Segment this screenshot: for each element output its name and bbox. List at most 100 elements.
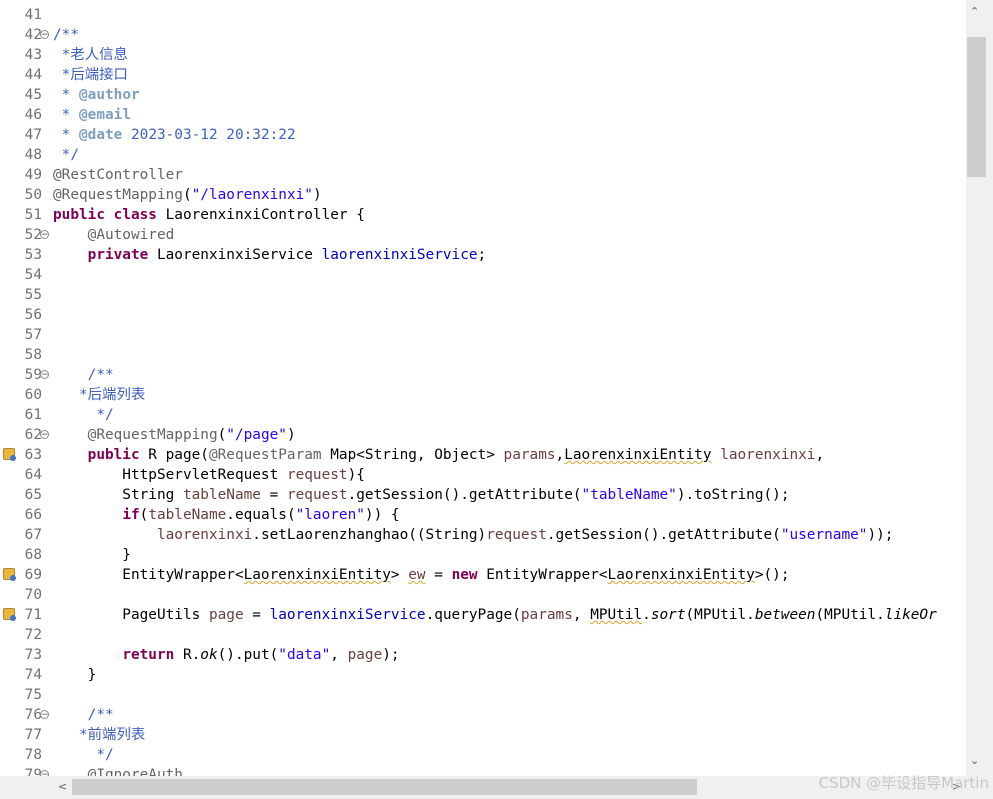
code-line[interactable]: 70: [0, 585, 966, 605]
code-token: =: [425, 567, 452, 583]
code-line[interactable]: 59− /**: [0, 365, 966, 385]
code-token: request: [486, 527, 547, 543]
code-line[interactable]: 76− /**: [0, 705, 966, 725]
code-token: /**: [53, 27, 79, 43]
code-line[interactable]: 42−/**: [0, 25, 966, 45]
fold-toggle-icon[interactable]: −: [40, 710, 49, 720]
code-line[interactable]: 56: [0, 305, 966, 325]
code-text: /**: [53, 25, 79, 45]
code-token: }: [53, 667, 97, 683]
code-line[interactable]: 67 laorenxinxi.setLaorenzhanghao((String…: [0, 525, 966, 545]
code-line[interactable]: 65 String tableName = request.getSession…: [0, 485, 966, 505]
code-token: LaorenxinxiEntity: [564, 447, 712, 463]
code-line[interactable]: 72: [0, 625, 966, 645]
code-line[interactable]: 41: [0, 5, 966, 25]
scroll-left-arrow-icon[interactable]: <: [58, 780, 67, 793]
code-line[interactable]: 77 *前端列表: [0, 725, 966, 745]
code-line[interactable]: 52− @Autowired: [0, 225, 966, 245]
code-line[interactable]: 45 * @author: [0, 85, 966, 105]
code-line[interactable]: 75: [0, 685, 966, 705]
line-number: 73: [24, 647, 42, 663]
code-line[interactable]: 49 @RestController: [0, 165, 966, 185]
code-token: >();: [754, 567, 790, 583]
code-line[interactable]: 73 return R.ok().put("data", page);: [0, 645, 966, 665]
code-line[interactable]: 48 */: [0, 145, 966, 165]
code-token: new: [451, 567, 478, 583]
vertical-scroll-thumb[interactable]: [967, 37, 986, 177]
line-number: 79: [24, 767, 42, 776]
line-number: 63: [24, 447, 42, 463]
fold-toggle-icon[interactable]: −: [40, 30, 49, 40]
code-line[interactable]: 58: [0, 345, 966, 365]
code-token: @RequestMapping: [53, 187, 183, 203]
code-line[interactable]: 44 *后端接口: [0, 65, 966, 85]
code-token: page: [347, 647, 383, 663]
code-line[interactable]: 51 public class LaorenxinxiController {: [0, 205, 966, 225]
line-number: 64: [24, 467, 42, 483]
vertical-scrollbar[interactable]: ⌃ ⌄: [966, 0, 993, 776]
code-token: between: [754, 607, 816, 623]
code-line[interactable]: 57: [0, 325, 966, 345]
code-line[interactable]: 66 if(tableName.equals("laoren")) {: [0, 505, 966, 525]
fold-toggle-icon[interactable]: −: [40, 230, 49, 240]
code-line[interactable]: 50 @RequestMapping("/laorenxinxi"): [0, 185, 966, 205]
scroll-down-arrow-icon[interactable]: ⌄: [970, 754, 979, 767]
code-line[interactable]: 43 *老人信息: [0, 45, 966, 65]
code-token: PageUtils: [53, 607, 209, 623]
code-token: .equals(: [226, 507, 296, 523]
code-token: params: [520, 607, 573, 623]
scroll-up-arrow-icon[interactable]: ⌃: [970, 5, 979, 18]
code-token: "username": [780, 527, 868, 543]
code-token: (MPUtil.: [815, 607, 885, 623]
code-line[interactable]: 55: [0, 285, 966, 305]
code-token: .queryPage(: [425, 607, 521, 623]
line-number: 66: [24, 507, 42, 523]
code-text: }: [53, 665, 97, 685]
code-token: >: [390, 567, 409, 583]
line-number: 45: [24, 87, 42, 103]
code-line[interactable]: 74 }: [0, 665, 966, 685]
line-number: 58: [24, 347, 42, 363]
code-token: params: [503, 447, 556, 463]
code-line[interactable]: 69 EntityWrapper<LaorenxinxiEntity> ew =…: [0, 565, 966, 585]
line-number: 53: [24, 247, 42, 263]
code-token: laorenxinxi: [156, 527, 253, 543]
code-line[interactable]: 71 PageUtils page = laorenxinxiService.q…: [0, 605, 966, 625]
code-line[interactable]: 62− @RequestMapping("/page"): [0, 425, 966, 445]
code-token: *: [53, 107, 79, 123]
code-token: }: [53, 547, 131, 563]
code-text: if(tableName.equals("laoren")) {: [53, 505, 399, 525]
line-number: 77: [24, 727, 42, 743]
horizontal-scroll-thumb[interactable]: [72, 779, 697, 795]
code-line[interactable]: 53 private LaorenxinxiService laorenxinx…: [0, 245, 966, 265]
line-number: 67: [24, 527, 42, 543]
fold-toggle-icon[interactable]: −: [40, 370, 49, 380]
line-number: 56: [24, 307, 42, 323]
code-token: ,: [555, 447, 565, 463]
code-token: laorenxinxiService: [321, 247, 478, 263]
code-line[interactable]: 78 */: [0, 745, 966, 765]
code-token: laorenxinxiService: [269, 607, 426, 623]
code-line[interactable]: 64 HttpServletRequest request){: [0, 465, 966, 485]
line-number: 65: [24, 487, 42, 503]
code-line[interactable]: 54: [0, 265, 966, 285]
code-token: ok: [200, 647, 218, 663]
code-line[interactable]: 60 *后端列表: [0, 385, 966, 405]
code-line[interactable]: 46 * @email: [0, 105, 966, 125]
code-text: */: [53, 745, 113, 765]
code-editor[interactable]: 41 42−/** 43 *老人信息 44 *后端接口 45 * @author 46 *…: [0, 0, 966, 776]
code-token: laorenxinxi: [720, 447, 816, 463]
code-line[interactable]: 47 * @date 2023-03-12 20:32:22: [0, 125, 966, 145]
line-number: 52: [24, 227, 42, 243]
code-line[interactable]: 68 }: [0, 545, 966, 565]
code-text: *后端接口: [53, 65, 128, 85]
code-line[interactable]: 61 */: [0, 405, 966, 425]
fold-toggle-icon[interactable]: −: [40, 430, 49, 440]
code-line[interactable]: 63 public R page(@RequestParam Map<Strin…: [0, 445, 966, 465]
code-token: ,: [572, 607, 591, 623]
line-number: 50: [24, 187, 42, 203]
code-token: /**: [53, 707, 114, 723]
